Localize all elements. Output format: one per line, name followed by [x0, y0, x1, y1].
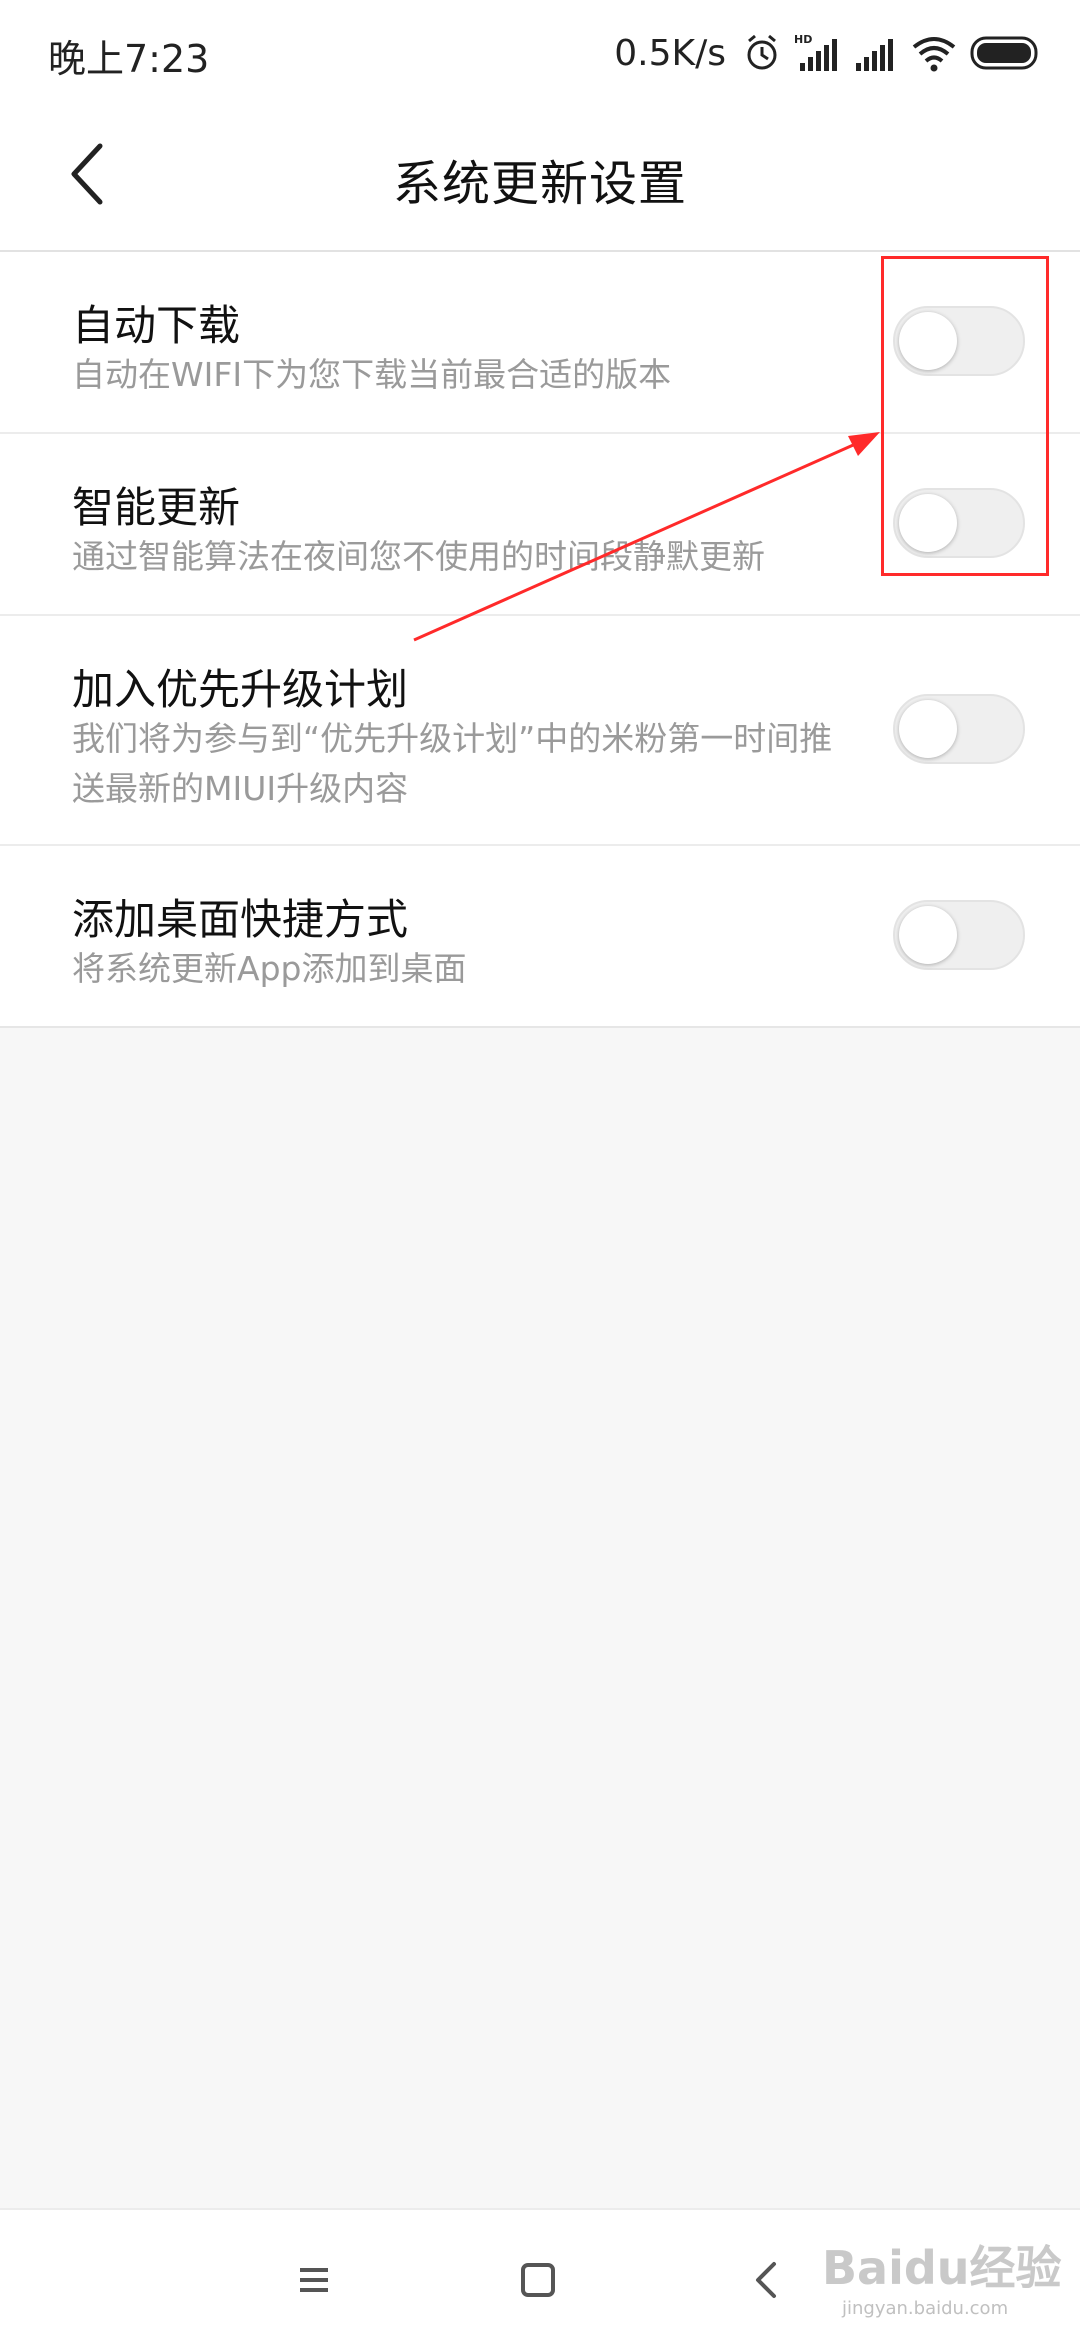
back-icon[interactable] [736, 2250, 796, 2310]
home-icon[interactable] [508, 2250, 568, 2310]
setting-title: 添加桌面快捷方式 [72, 895, 409, 944]
desktop-shortcut-toggle[interactable] [893, 900, 1025, 970]
toggle-knob [899, 906, 957, 964]
toggle-knob [899, 700, 957, 758]
setting-subtitle: 将系统更新App添加到桌面 [72, 949, 467, 988]
setting-subtitle: 我们将为参与到“优先升级计划”中的米粉第一时间推送最新的MIUI升级内容 [72, 719, 833, 808]
baidu-watermark: Baidu经验 [822, 2241, 1062, 2295]
priority-upgrade-toggle[interactable] [893, 694, 1025, 764]
setting-desktop-shortcut: 添加桌面快捷方式 将系统更新App添加到桌面 [0, 846, 1080, 1026]
annotation-arrow [413, 432, 880, 642]
menu-icon[interactable] [284, 2250, 344, 2310]
baidu-watermark-url: jingyan.baidu.com [842, 2298, 1009, 2319]
